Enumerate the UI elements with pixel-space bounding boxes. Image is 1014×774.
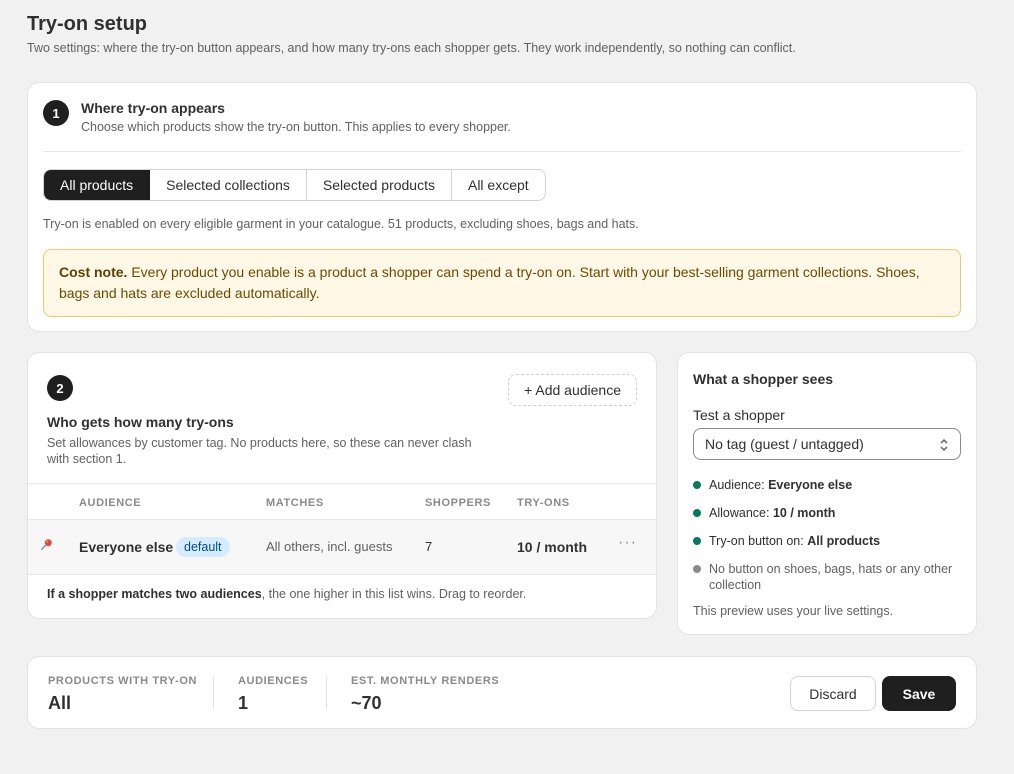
preview-button-scope: Try-on button on: All products [693,533,963,549]
priority-footnote-bold: If a shopper matches two audiences [47,587,262,601]
audience-shoppers: 7 [425,539,433,554]
column-audience: AUDIENCE [79,497,142,509]
status-dot [693,565,701,573]
preview-allowance: Allowance: 10 / month [693,505,963,521]
audience-table-header: AUDIENCE MATCHES SHOPPERS TRY-ONS [28,483,656,520]
stat-divider [213,677,214,709]
more-horizontal-icon[interactable]: ··· [618,534,637,552]
scope-segmented-control: All products Selected collections Select… [43,169,546,201]
table-row[interactable]: Everyone else default All others, incl. … [28,520,656,575]
stat-divider [326,677,327,709]
status-dot [693,537,701,545]
page-title: Try-on setup [27,13,148,35]
audience-tryons: 10 / month [517,539,588,555]
tab-selected-collections[interactable]: Selected collections [150,170,307,200]
where-section-description: Choose which products show the try-on bu… [81,120,511,134]
step-number-2: 2 [47,375,73,401]
default-badge: default [176,537,230,557]
who-section-description: Set allowances by customer tag. No produ… [47,436,472,466]
column-shoppers: SHOPPERS [425,497,491,509]
status-dot [693,509,701,517]
cost-note-banner: Cost note. Every product you enable is a… [43,249,961,317]
tab-selected-products[interactable]: Selected products [307,170,452,200]
pin-icon [40,537,54,554]
preview-exclusions: No button on shoes, bags, hats or any ot… [693,561,963,593]
who-section-title: Who gets how many try-ons [47,414,234,430]
where-tryon-card: 1 Where try-on appears Choose which prod… [27,82,977,332]
scope-description: Try-on is enabled on every eligible garm… [43,217,639,231]
page: Try-on setup Two settings: where the try… [0,0,1014,774]
who-gets-tryons-card: 2 + Add audience Who gets how many try-o… [27,352,657,619]
preview-title: What a shopper sees [693,371,834,387]
discard-button[interactable]: Discard [790,676,876,711]
shopper-preview-card: What a shopper sees Test a shopper No ta… [677,352,977,635]
cost-note-label: Cost note. [59,264,128,280]
chevron-up-down-icon [940,438,948,452]
preview-audience: Audience: Everyone else [693,477,963,493]
priority-footnote-text: , the one higher in this list wins. Drag… [261,587,527,601]
column-matches: MATCHES [266,497,324,509]
page-subtitle: Two settings: where the try-on button ap… [27,41,796,55]
test-shopper-select[interactable]: No tag (guest / untagged) [693,428,961,460]
tab-all-products[interactable]: All products [44,170,151,200]
test-shopper-label: Test a shopper [693,407,785,423]
audience-matches: All others, incl. guests [266,539,393,554]
cost-note-text: Every product you enable is a product a … [59,264,920,301]
save-button[interactable]: Save [882,676,956,711]
stat-products: PRODUCTS WITH TRY-ON All [48,675,198,713]
summary-bar: PRODUCTS WITH TRY-ON All AUDIENCES 1 EST… [27,656,977,729]
where-section-title: Where try-on appears [81,100,225,116]
status-dot [693,481,701,489]
add-audience-button[interactable]: + Add audience [508,374,637,406]
preview-footnote: This preview uses your live settings. [693,604,894,618]
stat-renders: EST. MONTHLY RENDERS ~70 [351,675,500,713]
column-tryons: TRY-ONS [517,497,570,509]
priority-footnote: If a shopper matches two audiences, the … [47,587,526,601]
stat-audiences: AUDIENCES 1 [238,675,309,713]
step-number-1: 1 [43,100,69,126]
audience-name: Everyone else [79,539,174,555]
tab-all-except[interactable]: All except [452,170,545,200]
divider [43,151,961,152]
test-shopper-selected: No tag (guest / untagged) [705,436,864,452]
